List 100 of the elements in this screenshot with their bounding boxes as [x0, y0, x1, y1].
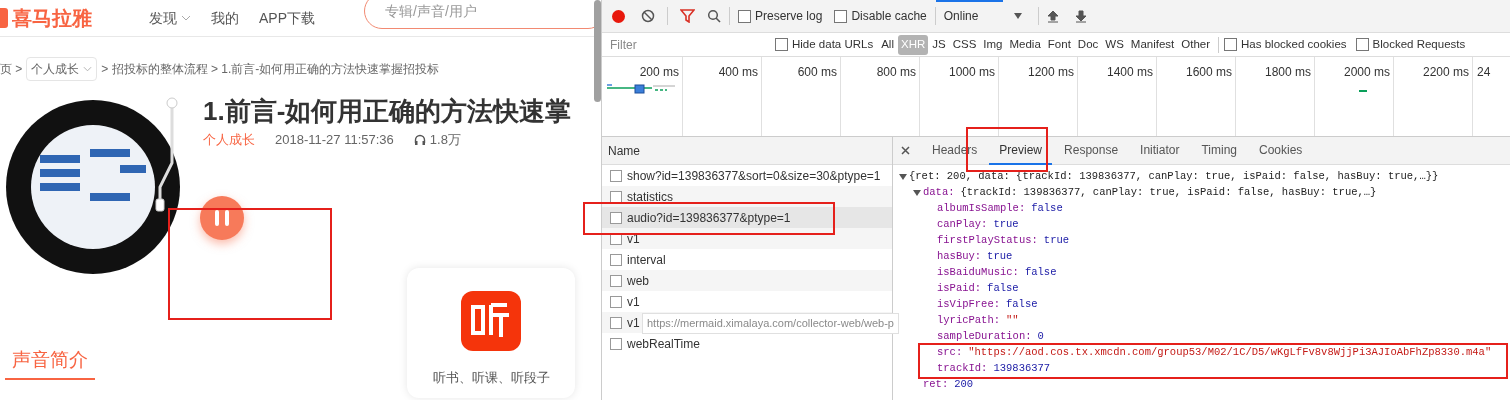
property-value: true [1043, 233, 1070, 249]
property-value: 139836377 [993, 361, 1051, 377]
type-filter-button[interactable]: All [878, 34, 897, 55]
property-value: false [987, 281, 1019, 297]
property-key: src: [937, 345, 963, 361]
property-value: "https://aod.cos.tx.xmcdn.com/group53/M02/1C/D5/wKgLfFv8v8WjjPi3AJIoAbFhZp8330.m4a" [968, 345, 1492, 361]
timeline-tick-label: 24 [1477, 64, 1491, 77]
throttling-dropdown[interactable]: Online [943, 7, 1022, 25]
request-name: audio?id=139836377&ptype=1 [627, 209, 791, 227]
timeline-tick-label: 800 ms [876, 64, 916, 77]
timeline-tick-label: 400 ms [718, 64, 758, 77]
app-caption: 听书、听课、听段子 [432, 369, 550, 387]
request-name: web [627, 272, 649, 290]
record-button[interactable] [612, 9, 625, 23]
property-key: sampleDuration: [937, 329, 1032, 345]
request-name: show?id=139836377&sort=0&size=30&ptype=1 [627, 167, 881, 185]
close-icon[interactable] [901, 146, 910, 155]
clear-icon[interactable] [641, 9, 655, 23]
request-row[interactable]: statistics [602, 186, 892, 207]
checkbox-label: Preserve log [755, 8, 823, 25]
waterfall-drawing [605, 84, 675, 96]
property-value: false [1006, 297, 1038, 313]
search-icon[interactable] [707, 9, 721, 23]
request-row[interactable]: audio?id=139836377&ptype=1 [602, 207, 892, 228]
type-filter-button[interactable]: Font [1044, 34, 1074, 55]
timeline-tick-label: 200 ms [639, 64, 679, 77]
property-key: isPaid: [937, 281, 982, 297]
publish-date: 2018-11-27 11:57:36 [275, 131, 394, 149]
timeline-tick-label: 1200 ms [1027, 64, 1074, 77]
timeline-tick-label: 1000 ms [948, 64, 995, 77]
request-name: v1 [627, 293, 640, 311]
timeline-tick-label: 2200 ms [1422, 64, 1469, 77]
checkbox-label: Disable cache [851, 8, 927, 25]
category-dropdown[interactable]: 个人成长 [26, 57, 98, 81]
nav-link[interactable]: APP下载 [259, 7, 315, 29]
detail-tab[interactable]: Preview [989, 136, 1053, 165]
timeline-tick-label: 1400 ms [1106, 64, 1153, 77]
play-count: 1.8万 [429, 131, 461, 149]
dropdown-triangle-icon [1013, 13, 1022, 19]
panel-tab-indicator [936, 0, 1003, 2]
checkbox[interactable] [1355, 38, 1369, 51]
checkbox-label: Hide data URLs [792, 36, 874, 52]
request-row[interactable]: web [602, 270, 892, 291]
pause-button[interactable] [200, 195, 244, 240]
type-filter-button[interactable]: Img [980, 34, 1006, 55]
timeline-tick-label: 1600 ms [1185, 64, 1232, 77]
nav-link[interactable]: 发现 [149, 7, 191, 29]
property-value: false [1031, 201, 1063, 217]
track-title: 1.前言-如何用正确的方法快速掌 [203, 95, 572, 127]
request-name: statistics [627, 188, 673, 206]
property-key: firstPlayStatus: [937, 233, 1038, 249]
property-value: "" [1006, 313, 1019, 329]
nav-link[interactable]: 我的 [211, 7, 239, 29]
headphones-icon [413, 133, 426, 146]
detail-tab[interactable]: Initiator [1130, 136, 1190, 165]
upload-icon[interactable] [1046, 9, 1059, 23]
detail-tab[interactable]: Cookies [1249, 136, 1313, 165]
property-key: isBaiduMusic: [937, 265, 1019, 281]
property-key: albumIsSample: [937, 201, 1026, 217]
type-filter-button[interactable]: Doc [1074, 34, 1102, 55]
type-filter-button[interactable]: Other [1178, 34, 1214, 55]
timeline-tick-label: 600 ms [797, 64, 837, 77]
checkbox[interactable] [1224, 38, 1238, 51]
column-header[interactable]: Name [602, 137, 892, 165]
object-summary: {ret: 200, data: {trackId: 139836377, canPlay: true, isPaid: false, hasBuy: true,…}} [909, 169, 1439, 185]
checkbox-label: Blocked Requests [1372, 36, 1466, 52]
checkbox[interactable] [834, 9, 848, 23]
property-value: 200 [954, 377, 974, 393]
detail-tab[interactable]: Response [1054, 136, 1129, 165]
type-filter-button[interactable]: JS [929, 34, 949, 55]
property-value: false [1024, 265, 1057, 281]
timeline-tick-label: 2000 ms [1343, 64, 1390, 77]
property-key: canPlay: [937, 217, 988, 233]
chevron-down-icon [83, 66, 93, 72]
property-value: true [993, 217, 1019, 233]
disclosure-triangle-icon[interactable] [913, 189, 921, 197]
type-filter-button[interactable]: Media [1006, 34, 1044, 55]
filter-icon[interactable] [680, 9, 695, 23]
checkbox[interactable] [775, 38, 788, 51]
breadcrumb-link[interactable]: 页 > [0, 60, 23, 78]
property-value: true [987, 249, 1013, 265]
url-text: https://mermaid.ximalaya.com/collector-web/web-p [647, 316, 894, 332]
type-filter-button[interactable]: CSS [949, 34, 980, 55]
property-key: lyricPath: [937, 313, 1000, 329]
object-summary: {trackId: 139836377, canPlay: true, isPaid: false, hasBuy: true,…} [960, 185, 1377, 201]
checkbox[interactable] [738, 9, 751, 23]
type-filter-button[interactable]: WS [1102, 34, 1127, 55]
request-name: interval [627, 251, 666, 269]
request-name: webRealTime [627, 335, 700, 353]
scrollbar-thumb[interactable] [594, 0, 601, 102]
property-key: hasBuy: [937, 249, 982, 265]
disclosure-triangle-icon[interactable] [899, 173, 907, 181]
type-filter-button[interactable]: Manifest [1127, 34, 1178, 55]
property-key: trackId: [937, 361, 988, 377]
breadcrumb-path: > 招投标的整体流程 > 1.前言-如何用正确的方法快速掌握招投标 [101, 61, 440, 78]
download-icon[interactable] [1074, 9, 1087, 23]
timeline-tick-label: 1800 ms [1264, 64, 1311, 77]
checkbox-label: Has blocked cookies [1241, 36, 1347, 52]
request-name: v1 [627, 314, 640, 332]
detail-tab[interactable]: Timing [1191, 136, 1247, 165]
